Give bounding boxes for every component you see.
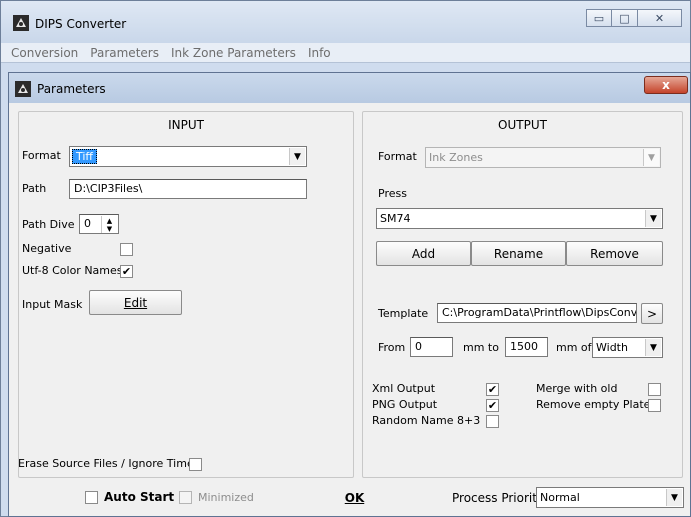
chevron-right-icon: > [646, 306, 658, 321]
bottom-bar: Auto Start Minimized OK Process Priority… [13, 479, 686, 516]
add-press-button[interactable]: Add [376, 241, 471, 266]
png-output-label: PNG Output [372, 398, 438, 411]
input-path-field[interactable]: D:\CIP3Files\ [69, 179, 307, 199]
ok-button[interactable]: OK [307, 484, 402, 511]
erase-source-files-checkbox[interactable] [189, 458, 202, 471]
spinner-arrows-icon[interactable]: ▲ ▼ [101, 216, 117, 233]
negative-checkbox[interactable] [120, 243, 133, 256]
edit-input-mask-button[interactable]: Edit [89, 290, 182, 315]
mm-of-label: mm of [556, 341, 592, 354]
mm-to-label: mm to [463, 341, 499, 354]
of-dimension-select[interactable]: Width ▼ [592, 337, 663, 358]
dialog-titlebar[interactable]: Parameters x [9, 73, 690, 103]
input-mask-label: Input Mask [22, 298, 83, 311]
chevron-down-icon: ▼ [645, 210, 661, 227]
input-path-label: Path [22, 182, 47, 195]
maximize-icon: □ [619, 11, 630, 25]
minimize-icon: ▭ [593, 11, 605, 25]
minimized-checkbox[interactable] [179, 491, 192, 504]
of-dimension-value: Width [596, 341, 628, 354]
input-format-select[interactable]: Tiff ▼ [69, 146, 307, 167]
input-format-label: Format [22, 149, 61, 162]
menu-info[interactable]: Info [302, 46, 337, 60]
output-group-title: OUTPUT [498, 118, 547, 132]
remove-press-button[interactable]: Remove [566, 241, 663, 266]
utf8-color-names-checkbox[interactable]: ✔ [120, 265, 133, 278]
random-name-label: Random Name 8+3 [372, 414, 481, 427]
menu-conversion[interactable]: Conversion [5, 46, 84, 60]
rename-press-button[interactable]: Rename [471, 241, 566, 266]
rename-button-label: Rename [493, 246, 544, 261]
remove-button-label: Remove [590, 246, 639, 261]
close-button[interactable]: ✕ [638, 9, 682, 27]
dialog-close-button[interactable]: x [644, 76, 688, 94]
from-label: From [378, 341, 406, 354]
process-priority-label: Process Priority [452, 491, 545, 505]
xml-output-checkbox[interactable]: ✔ [486, 383, 499, 396]
merge-with-old-checkbox[interactable] [648, 383, 661, 396]
close-icon: x [662, 78, 670, 92]
edit-button-label: Edit [123, 295, 148, 310]
process-priority-select[interactable]: Normal ▼ [536, 487, 684, 508]
add-button-label: Add [411, 246, 436, 261]
erase-source-files-label: Erase Source Files / Ignore Time [18, 457, 194, 470]
path-dive-label: Path Dive [22, 218, 75, 231]
auto-start-checkbox[interactable] [85, 491, 98, 504]
remove-empty-plates-checkbox[interactable] [648, 399, 661, 412]
chevron-down-icon: ▼ [643, 149, 659, 166]
press-value: SM74 [380, 212, 411, 225]
utf8-color-names-label: Utf-8 Color Names [22, 264, 123, 277]
maximize-button[interactable]: □ [612, 9, 638, 27]
template-browse-button[interactable]: > [641, 303, 663, 324]
menu-bar: Conversion Parameters Ink Zone Parameter… [1, 43, 690, 63]
template-label: Template [378, 307, 429, 320]
merge-with-old-label: Merge with old [536, 382, 618, 395]
remove-empty-plates-label: Remove empty Plates [536, 398, 657, 411]
app-icon [13, 15, 29, 31]
chevron-down-icon: ▼ [289, 148, 305, 165]
menu-parameters[interactable]: Parameters [84, 46, 165, 60]
png-output-checkbox[interactable]: ✔ [486, 399, 499, 412]
minimize-button[interactable]: ▭ [586, 9, 612, 27]
parameters-dialog: Parameters x INPUT Format Tiff ▼ Path D:… [8, 72, 691, 517]
dialog-body: INPUT Format Tiff ▼ Path D:\CIP3Files\ P… [13, 103, 686, 516]
dialog-title: Parameters [37, 82, 106, 96]
minimized-label: Minimized [198, 491, 254, 504]
template-path-field[interactable]: C:\ProgramData\Printflow\DipsConve [437, 303, 637, 323]
output-format-select[interactable]: Ink Zones ▼ [425, 147, 661, 168]
output-format-value: Ink Zones [429, 151, 483, 164]
output-group: OUTPUT Format Ink Zones ▼ Press SM74 ▼ A… [362, 111, 683, 478]
dialog-app-icon [15, 81, 31, 97]
window-title: DIPS Converter [35, 17, 127, 31]
xml-output-label: Xml Output [372, 382, 436, 395]
random-name-checkbox[interactable] [486, 415, 499, 428]
ok-button-label: OK [344, 490, 365, 505]
press-label: Press [378, 187, 407, 200]
negative-label: Negative [22, 242, 72, 255]
output-format-label: Format [378, 150, 417, 163]
input-format-value: Tiff [72, 149, 98, 164]
close-icon: ✕ [654, 11, 665, 25]
path-dive-value: 0 [84, 217, 91, 230]
input-group-title: INPUT [168, 118, 204, 132]
input-group: INPUT Format Tiff ▼ Path D:\CIP3Files\ P… [18, 111, 354, 478]
main-titlebar[interactable]: DIPS Converter ▭ □ ✕ [1, 1, 690, 43]
chevron-down-icon: ▼ [666, 489, 682, 506]
from-field[interactable]: 0 [410, 337, 453, 357]
process-priority-value: Normal [540, 491, 580, 504]
chevron-down-icon: ▼ [645, 339, 661, 356]
press-select[interactable]: SM74 ▼ [376, 208, 663, 229]
to-field[interactable]: 1500 [505, 337, 548, 357]
path-dive-stepper[interactable]: 0 ▲ ▼ [79, 214, 119, 234]
auto-start-label: Auto Start [104, 490, 175, 504]
menu-ink-zone-parameters[interactable]: Ink Zone Parameters [165, 46, 302, 60]
